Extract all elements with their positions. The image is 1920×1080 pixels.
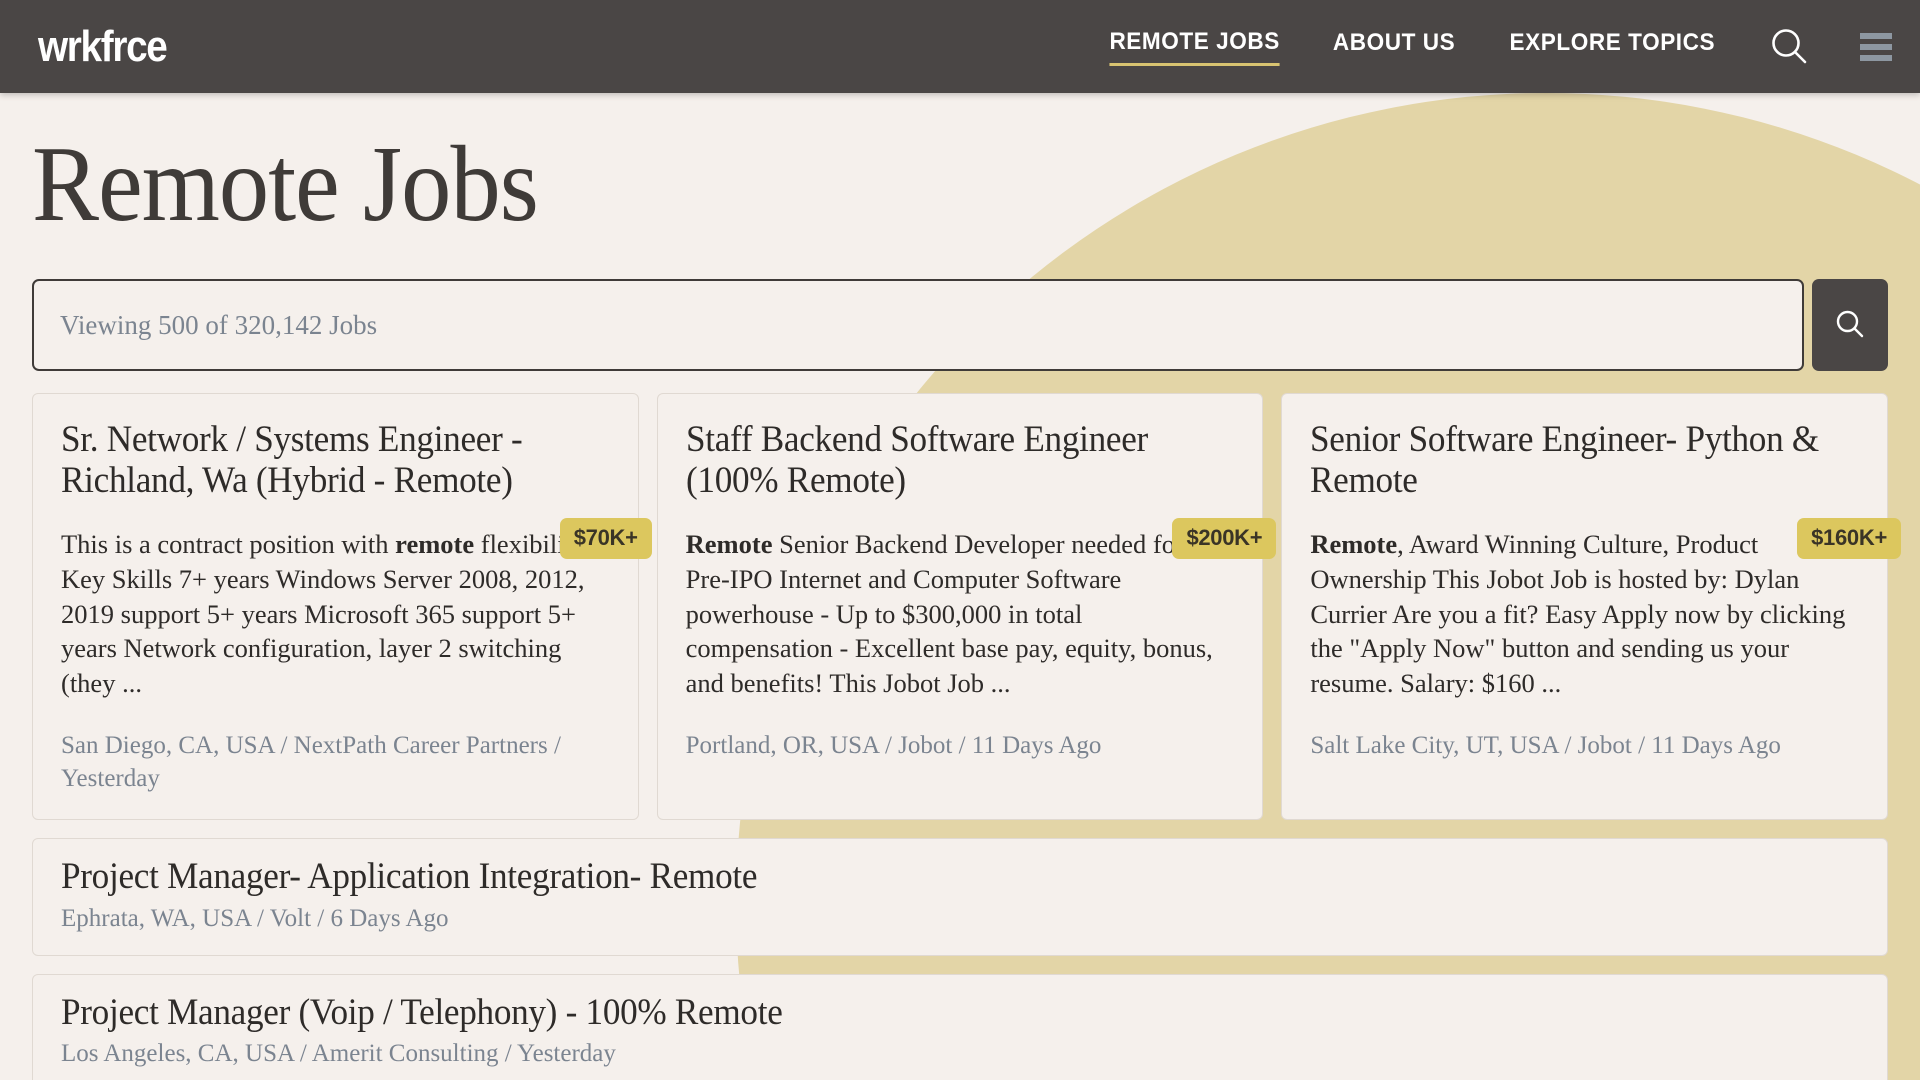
nav-link-explore-topics[interactable]: EXPLORE TOPICS [1510, 29, 1716, 64]
site-logo[interactable]: wrkfrce [38, 24, 168, 69]
job-description-lead: Remote [685, 529, 773, 560]
hamburger-bar [1860, 54, 1892, 61]
salary-badge: $160K+ [1797, 518, 1901, 559]
job-description-lead: Remote [1310, 529, 1398, 560]
page-title: Remote Jobs [32, 125, 539, 244]
job-card[interactable]: Senior Software Engineer- Python & Remot… [1281, 393, 1901, 820]
hamburger-menu-icon[interactable] [1860, 32, 1892, 61]
salary-badge: $70K+ [559, 518, 652, 559]
job-meta: San Diego, CA, USA / NextPath Career Par… [61, 731, 561, 792]
job-description: Remote, Award Winning Culture, Product O… [1310, 527, 1859, 701]
search-icon [1836, 310, 1864, 338]
hamburger-bar [1860, 32, 1892, 39]
page-content: Remote Jobs Sr. Network / Systems Engine… [0, 131, 1920, 1080]
nav-icon-group [1768, 26, 1892, 68]
job-title: Project Manager (Voip / Telephony) - 100… [61, 991, 783, 1033]
search-input[interactable] [32, 279, 1804, 371]
job-meta: Salt Lake City, UT, USA / Jobot / 11 Day… [1310, 731, 1781, 759]
search-submit-button[interactable] [1812, 279, 1888, 371]
search-icon[interactable] [1768, 26, 1810, 68]
job-description: Remote Senior Backend Developer needed f… [686, 527, 1235, 701]
job-meta: Portland, OR, USA / Jobot / 11 Days Ago [685, 731, 1102, 759]
job-card[interactable]: Staff Backend Software Engineer (100% Re… [656, 393, 1277, 820]
job-card[interactable]: Sr. Network / Systems Engineer - Richlan… [32, 393, 652, 820]
job-card-grid: Sr. Network / Systems Engineer - Richlan… [32, 393, 1901, 820]
job-list-row[interactable]: Project Manager (Voip / Telephony) - 100… [32, 973, 1888, 1080]
job-search-bar [32, 279, 1888, 371]
job-title: Staff Backend Software Engineer (100% Re… [685, 419, 1148, 501]
job-meta: Los Angeles, CA, USA / Amerit Consulting… [61, 1040, 616, 1068]
salary-badge: $200K+ [1172, 518, 1277, 559]
job-list-row[interactable]: Project Manager- Application Integration… [32, 837, 1888, 956]
nav-link-about-us[interactable]: ABOUT US [1333, 29, 1455, 64]
job-title: Senior Software Engineer- Python & Remot… [1310, 419, 1820, 501]
top-navigation-bar: wrkfrce REMOTE JOBS ABOUT US EXPLORE TOP… [0, 0, 1920, 93]
primary-nav-links: REMOTE JOBS ABOUT US EXPLORE TOPICS [1104, 28, 1722, 66]
job-title: Project Manager- Application Integration… [61, 855, 758, 897]
job-description: This is a contract position with remote … [61, 529, 591, 699]
job-meta: Ephrata, WA, USA / Volt / 6 Days Ago [61, 904, 449, 932]
hamburger-bar [1860, 43, 1892, 50]
nav-link-remote-jobs[interactable]: REMOTE JOBS [1109, 28, 1280, 66]
job-title: Sr. Network / Systems Engineer - Richlan… [61, 419, 523, 501]
